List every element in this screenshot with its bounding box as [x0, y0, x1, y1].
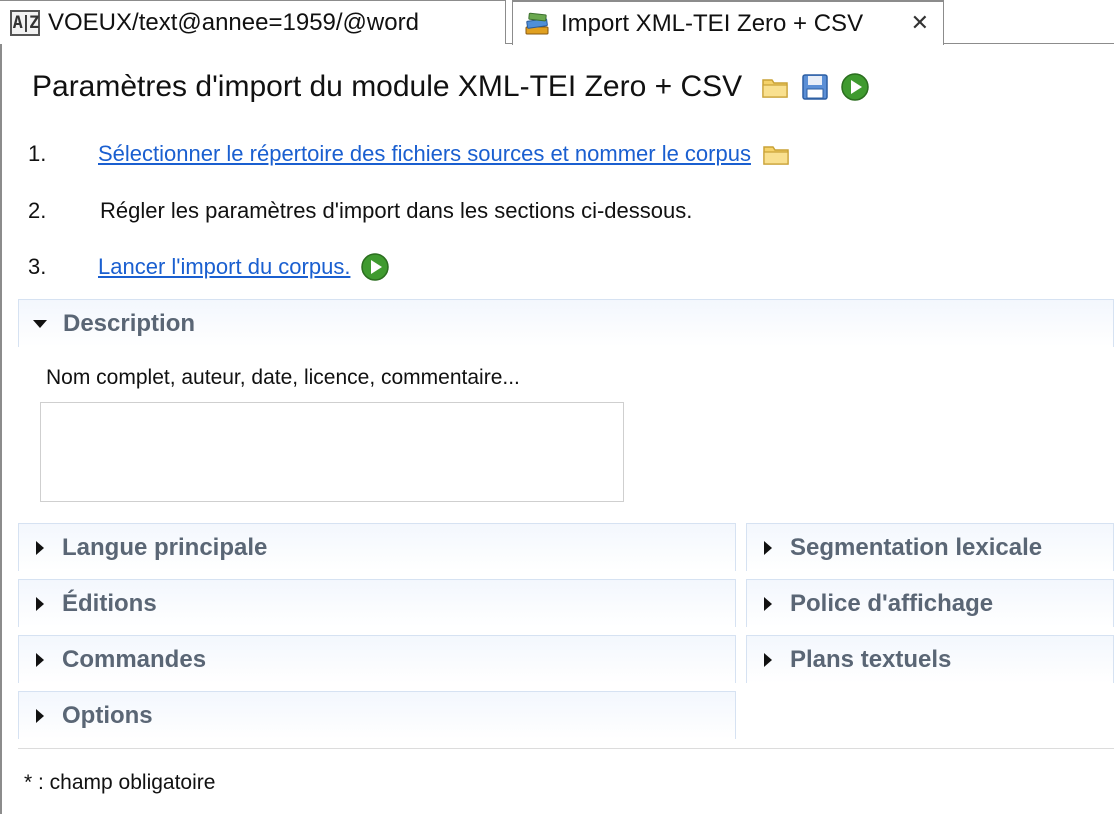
- description-field-label: Nom complet, auteur, date, licence, comm…: [46, 366, 520, 389]
- footer-divider: [18, 748, 1114, 749]
- tab-label: Import XML-TEI Zero + CSV: [561, 9, 864, 37]
- az-index-icon: A|Z: [10, 9, 40, 36]
- collapsed-triangle-icon: [764, 540, 772, 555]
- folder-icon[interactable]: [761, 140, 791, 168]
- collapsed-triangle-icon: [764, 652, 772, 667]
- step-1: 1. Sélectionner le répertoire des fichie…: [28, 140, 791, 168]
- select-source-directory-link[interactable]: Sélectionner le répertoire des fichiers …: [98, 141, 751, 167]
- step-number: 3.: [28, 254, 47, 279]
- tab-label: VOEUX/text@annee=1959/@word: [48, 8, 419, 36]
- section-title: Description: [63, 309, 196, 337]
- section-title: Langue principale: [62, 533, 268, 561]
- section-editions[interactable]: Éditions: [18, 579, 736, 627]
- step-3: 3. Lancer l'import du corpus.: [28, 252, 390, 282]
- section-police-affichage[interactable]: Police d'affichage: [746, 579, 1114, 627]
- step-number: 1.: [28, 141, 47, 166]
- section-commandes[interactable]: Commandes: [18, 635, 736, 683]
- step-number: 2.: [28, 198, 47, 223]
- tab-voeux-word[interactable]: A|Z VOEUX/text@annee=1959/@word: [0, 0, 506, 44]
- run-icon[interactable]: [840, 72, 870, 102]
- step-2: 2. Régler les paramètres d'import dans l…: [28, 198, 692, 224]
- page-title-row: Paramètres d'import du module XML-TEI Ze…: [32, 70, 870, 104]
- collapsed-triangle-icon: [36, 652, 44, 667]
- section-title: Options: [62, 701, 153, 729]
- expanded-triangle-icon: [33, 319, 47, 328]
- section-langue-principale[interactable]: Langue principale: [18, 523, 736, 571]
- section-title: Éditions: [62, 589, 157, 617]
- section-title: Segmentation lexicale: [790, 533, 1043, 561]
- collapsed-triangle-icon: [764, 596, 772, 611]
- section-title: Plans textuels: [790, 645, 952, 673]
- save-icon[interactable]: [800, 72, 830, 102]
- editor-tab-bar: A|Z VOEUX/text@annee=1959/@word Import X…: [0, 0, 1114, 45]
- section-segmentation-lexicale[interactable]: Segmentation lexicale: [746, 523, 1114, 571]
- step-text: Régler les paramètres d'import dans les …: [100, 198, 693, 223]
- section-description[interactable]: Description: [18, 299, 1114, 347]
- section-title: Police d'affichage: [790, 589, 994, 617]
- launch-import-link[interactable]: Lancer l'import du corpus.: [98, 254, 350, 280]
- close-icon[interactable]: ✕: [911, 11, 929, 35]
- run-icon[interactable]: [360, 252, 390, 282]
- collapsed-triangle-icon: [36, 596, 44, 611]
- section-options[interactable]: Options: [18, 691, 736, 739]
- page-title: Paramètres d'import du module XML-TEI Ze…: [32, 70, 743, 103]
- description-input[interactable]: [40, 402, 624, 502]
- section-title: Commandes: [62, 645, 207, 673]
- collapsed-triangle-icon: [36, 708, 44, 723]
- collapsed-triangle-icon: [36, 540, 44, 555]
- tab-import-xml-tei[interactable]: Import XML-TEI Zero + CSV ✕: [512, 0, 944, 45]
- books-icon: [523, 10, 551, 38]
- folder-icon[interactable]: [760, 72, 790, 102]
- section-plans-textuels[interactable]: Plans textuels: [746, 635, 1114, 683]
- required-field-note: * : champ obligatoire: [24, 771, 216, 794]
